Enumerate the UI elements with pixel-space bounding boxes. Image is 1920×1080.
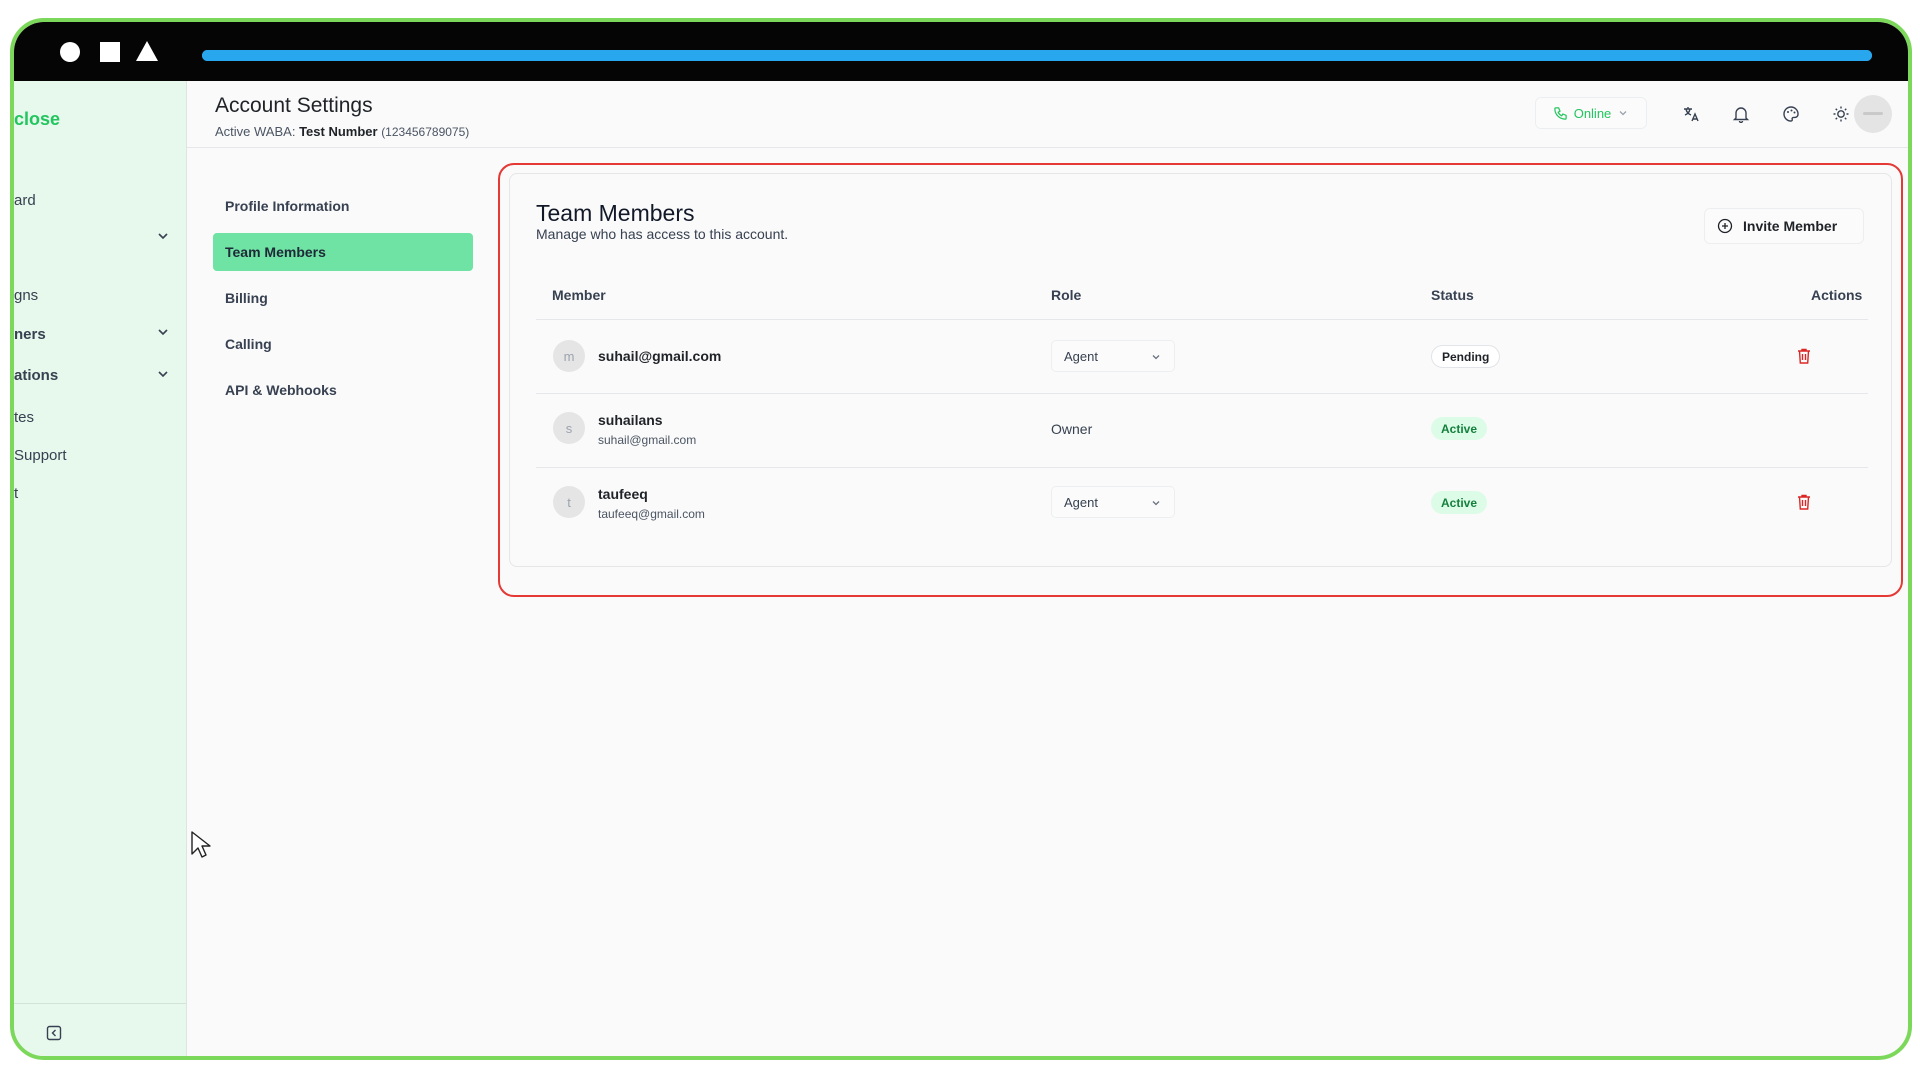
status-badge: Pending	[1431, 345, 1501, 368]
member-avatar: m	[553, 340, 585, 372]
column-header-status: Status	[1431, 287, 1474, 303]
table-row: m suhail@gmail.com Agent Pending	[536, 320, 1868, 392]
member-role: Owner	[1051, 421, 1093, 437]
member-name: suhailans	[598, 412, 663, 428]
role-select-value: Agent	[1064, 348, 1098, 364]
app-logo: close	[14, 109, 61, 129]
table-row: s suhailans suhail@gmail.com Owner Activ…	[536, 394, 1868, 466]
invite-member-label: Invite Member	[1743, 218, 1838, 234]
sidebar: close ard gns ners ations tes Support t	[14, 81, 187, 1056]
chevron-down-icon[interactable]	[156, 367, 170, 381]
collapse-sidebar-icon[interactable]	[46, 1025, 62, 1041]
sidebar-item-support[interactable]: Support	[14, 447, 67, 464]
role-select[interactable]: Agent	[1051, 340, 1175, 372]
progress-bar-fill	[202, 50, 1872, 61]
circle-icon	[60, 42, 80, 62]
chevron-down-icon[interactable]	[156, 229, 170, 243]
subnav-api-webhooks[interactable]: API & Webhooks	[213, 371, 473, 409]
table-row: t taufeeq taufeeq@gmail.com Agent Active	[536, 468, 1868, 540]
chevron-down-icon	[1619, 111, 1627, 116]
active-waba-info: Active WABA: Test Number (123456789075)	[215, 124, 469, 139]
online-status-label: Online	[1573, 105, 1612, 121]
column-header-actions: Actions	[1811, 287, 1863, 303]
member-email: suhail@gmail.com	[598, 433, 697, 447]
waba-label: Active WABA:	[215, 124, 296, 139]
member-avatar: t	[553, 486, 585, 518]
page-title: Account Settings	[215, 94, 373, 117]
recording-topbar	[14, 22, 1908, 81]
mouse-cursor-icon	[191, 831, 211, 858]
status-badge: Active	[1431, 417, 1488, 440]
translate-icon[interactable]	[1682, 105, 1700, 123]
waba-number: (123456789075)	[381, 125, 470, 139]
app-window: close ard gns ners ations tes Support t …	[10, 18, 1912, 1060]
trash-icon[interactable]	[1796, 347, 1812, 365]
trash-icon[interactable]	[1796, 493, 1812, 511]
chevron-down-icon	[1152, 355, 1160, 360]
square-icon	[100, 42, 120, 62]
sidebar-item-dashboard[interactable]: ard	[14, 192, 36, 209]
invite-member-button[interactable]: Invite Member	[1704, 208, 1864, 244]
subnav-billing[interactable]: Billing	[213, 279, 473, 317]
online-status-button[interactable]: Online	[1535, 97, 1647, 129]
settings-subnav: Profile Information Team Members Billing…	[213, 187, 473, 417]
sidebar-item-templates[interactable]: tes	[14, 409, 34, 426]
bell-icon[interactable]	[1732, 105, 1750, 123]
column-header-member: Member	[552, 287, 606, 303]
sidebar-divider	[14, 1003, 186, 1004]
team-members-card: Team Members Manage who has access to th…	[509, 173, 1892, 567]
waba-name: Test Number	[299, 124, 378, 139]
user-avatar[interactable]	[1854, 95, 1892, 133]
chevron-down-icon	[1152, 501, 1160, 506]
sidebar-item-campaigns[interactable]: gns	[14, 287, 38, 304]
plus-circle-icon	[1717, 218, 1733, 234]
phone-icon	[1553, 106, 1567, 120]
role-select-value: Agent	[1064, 494, 1098, 510]
column-header-role: Role	[1051, 287, 1082, 303]
subnav-calling[interactable]: Calling	[213, 325, 473, 363]
subnav-profile-information[interactable]: Profile Information	[213, 187, 473, 225]
subnav-team-members[interactable]: Team Members	[213, 233, 473, 271]
status-badge: Active	[1431, 491, 1488, 514]
card-title: Team Members	[536, 200, 695, 226]
role-select[interactable]: Agent	[1051, 486, 1175, 518]
sidebar-item-partners[interactable]: ners	[14, 326, 46, 343]
card-subtitle: Manage who has access to this account.	[536, 226, 789, 242]
progress-bar	[202, 50, 1872, 61]
member-avatar: s	[553, 412, 585, 444]
member-name: suhail@gmail.com	[598, 348, 722, 364]
member-email: taufeeq@gmail.com	[598, 507, 705, 521]
sidebar-item-integrations[interactable]: ations	[14, 367, 58, 384]
palette-icon[interactable]	[1782, 105, 1800, 123]
page-header: Account Settings Active WABA: Test Numbe…	[187, 81, 1908, 148]
member-name: taufeeq	[598, 486, 648, 502]
chevron-down-icon[interactable]	[156, 325, 170, 339]
sun-icon[interactable]	[1832, 105, 1850, 123]
sidebar-item-account[interactable]: t	[14, 485, 18, 502]
triangle-icon	[136, 41, 158, 61]
